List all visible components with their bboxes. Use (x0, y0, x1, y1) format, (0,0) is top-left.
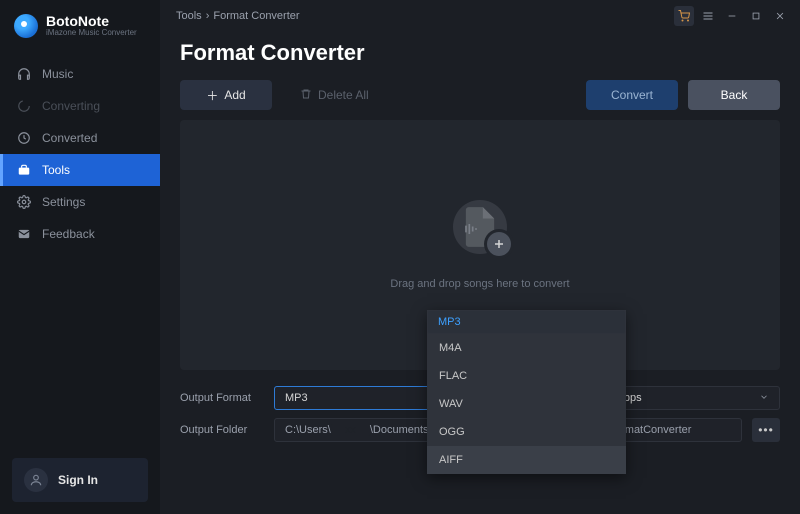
drop-hint: Drag and drop songs here to convert (390, 278, 569, 290)
back-button[interactable]: Back (688, 80, 780, 110)
folder-path-prefix: C:\Users\ (285, 424, 331, 436)
delete-label: Delete All (318, 88, 369, 102)
sidebar-item-label: Converting (42, 99, 100, 113)
sidebar-item-feedback[interactable]: Feedback (0, 218, 160, 250)
sidebar-item-label: Feedback (42, 227, 95, 241)
breadcrumb: Tools › Format Converter (176, 10, 300, 22)
plus-icon: ＋ (206, 87, 218, 104)
cart-button[interactable] (674, 6, 694, 26)
output-format-label: Output Format (180, 392, 264, 404)
window-controls (674, 6, 790, 26)
chevron-right-icon: › (206, 10, 210, 22)
format-option-m4a[interactable]: M4A (427, 334, 626, 362)
chevron-down-icon (759, 392, 769, 405)
main: Tools › Format Converter Format Converte… (160, 0, 800, 514)
toolbar: ＋ Add Delete All Convert Back (160, 80, 800, 120)
format-option-mp3[interactable]: MP3 (427, 310, 626, 334)
sidebar-item-label: Music (42, 67, 73, 81)
breadcrumb-root[interactable]: Tools (176, 10, 202, 22)
sidebar-nav: Music Converting Converted Tools Setting… (0, 58, 160, 250)
output-format-value: MP3 (285, 392, 308, 404)
maximize-button[interactable] (746, 6, 766, 26)
menu-button[interactable] (698, 6, 718, 26)
headphones-icon (16, 66, 32, 82)
trash-icon (300, 88, 312, 103)
brand: BotoNote iMazone Music Converter (0, 0, 160, 48)
sidebar-item-music[interactable]: Music (0, 58, 160, 90)
delete-all-button[interactable]: Delete All (282, 80, 387, 110)
convert-label: Convert (611, 88, 653, 102)
convert-button[interactable]: Convert (586, 80, 678, 110)
sidebar: BotoNote iMazone Music Converter Music C… (0, 0, 160, 514)
sidebar-item-converting: Converting (0, 90, 160, 122)
spinner-icon (16, 98, 32, 114)
close-button[interactable] (770, 6, 790, 26)
sidebar-item-label: Settings (42, 195, 85, 209)
sidebar-item-settings[interactable]: Settings (0, 186, 160, 218)
format-option-flac[interactable]: FLAC (427, 362, 626, 390)
brand-logo-icon (14, 14, 38, 38)
minimize-button[interactable] (722, 6, 742, 26)
sidebar-item-label: Converted (42, 131, 97, 145)
sidebar-item-tools[interactable]: Tools (0, 154, 160, 186)
format-option-ogg[interactable]: OGG (427, 418, 626, 446)
mail-icon (16, 226, 32, 242)
file-audio-icon (453, 200, 507, 254)
back-label: Back (721, 88, 748, 102)
add-button[interactable]: ＋ Add (180, 80, 272, 110)
breadcrumb-current: Format Converter (213, 10, 299, 22)
clock-icon (16, 130, 32, 146)
sidebar-item-label: Tools (42, 163, 70, 177)
sidebar-item-converted[interactable]: Converted (0, 122, 160, 154)
gear-icon (16, 194, 32, 210)
folder-path-masked: xx (331, 424, 370, 436)
avatar-icon (24, 468, 48, 492)
plus-badge-icon (487, 232, 511, 256)
toolbox-icon (16, 162, 32, 178)
signin-label: Sign In (58, 473, 98, 487)
format-option-aiff[interactable]: AIFF (427, 446, 626, 474)
signin-button[interactable]: Sign In (12, 458, 148, 502)
output-folder-label: Output Folder (180, 424, 264, 436)
topbar: Tools › Format Converter (160, 0, 800, 30)
format-option-wav[interactable]: WAV (427, 390, 626, 418)
brand-subtitle: iMazone Music Converter (46, 29, 137, 38)
brand-name: BotoNote (46, 14, 137, 29)
page-title: Format Converter (160, 30, 800, 80)
add-label: Add (224, 88, 245, 102)
browse-folder-button[interactable]: ••• (752, 418, 780, 442)
format-dropdown: MP3 M4A FLAC WAV OGG AIFF (427, 310, 626, 474)
